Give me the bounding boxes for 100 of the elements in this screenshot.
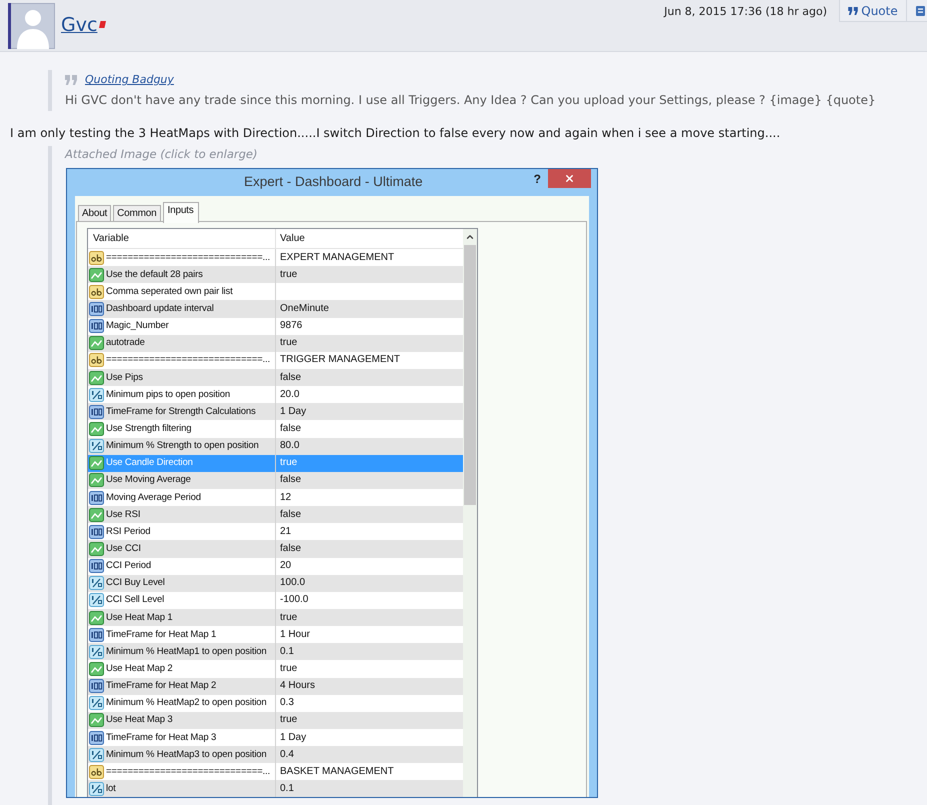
tab[interactable]: Common [113,205,161,222]
fraction-icon [89,696,104,710]
value-text: 20 [279,560,292,572]
table-row[interactable]: Comma seperated own pair list [88,283,463,300]
value-text: false [279,474,302,486]
table-row[interactable]: autotrade true [88,334,463,352]
value-text: -100.0 [279,594,308,606]
variable-name: Use Moving Average [106,474,191,486]
variable-name: =============================... [106,354,270,366]
text-icon [89,284,104,299]
table-row[interactable]: Use the default 28 pairs true [88,266,463,284]
table-row[interactable]: Minimum pips to open position 20.0 [88,386,463,404]
fraction-icon [89,644,104,659]
quote-button[interactable]: Quote [839,0,906,22]
table-row[interactable]: Use Pips false [88,368,463,386]
table-row[interactable]: Use Heat Map 1 true [88,608,463,626]
number-icon [89,319,104,334]
variable-name: Comma seperated own pair list [106,286,233,298]
quote-mark-icon [65,75,77,85]
table-row[interactable]: Minimum % Strength to open position 80.0 [88,438,463,455]
message-text: I am only testing the 3 HeatMaps with Direction.....I switch Direction to false every now and again when i see a move starting.... [10,125,782,141]
value-text: 20.0 [279,388,300,401]
value-text: false [279,372,302,384]
fraction-icon [89,439,104,454]
number-icon [89,404,104,419]
variable-name: Use Candle Direction [106,457,193,470]
table-row[interactable]: RSI Period 21 [88,523,463,540]
variable-name: =============================... [106,252,270,264]
fraction-icon [89,388,104,402]
value-text: 21 [279,526,292,538]
table-row[interactable]: TimeFrame for Heat Map 2 4 Hours [88,678,463,695]
text-icon [89,250,104,265]
table-row[interactable]: CCI Period 20 [88,558,463,575]
avatar-icon [8,3,55,49]
variable-name: =============================... [106,766,270,778]
table-row[interactable]: CCI Buy Level 100.0 [88,574,463,592]
table-row[interactable]: Use RSI false [88,506,463,524]
table-row[interactable]: Dashboard update interval OneMinute [88,300,463,318]
author-link[interactable]: Gvc [61,14,98,36]
post-date: Jun 8, 2015 17:36 (18 hr ago) [664,5,827,19]
variable-name: autotrade [106,337,145,350]
column-header[interactable]: Variable [88,231,275,246]
table-row[interactable]: Use CCI false [88,540,463,558]
value-text: 0.1 [279,646,294,658]
text-icon [89,764,104,779]
number-icon [89,628,104,642]
variable-name: CCI Sell Level [106,594,164,606]
value-text: 1 Day [279,732,306,744]
quote-author-link[interactable]: Quoting Badguy [85,72,174,88]
variable-name: Use Pips [106,372,143,384]
variable-name: Minimum % HeatMap2 to open position [106,697,267,710]
fraction-icon [89,593,104,608]
value-text: TRIGGER MANAGEMENT [279,354,400,366]
table-row[interactable]: TimeFrame for Strength Calculations 1 Day [88,403,463,420]
variable-name: CCI Buy Level [106,577,165,590]
number-icon [89,559,104,574]
quote-icon [848,6,858,14]
value-text: true [279,612,298,624]
marker-icon [99,21,106,28]
table-row[interactable]: Magic_Number 9876 [88,318,463,335]
text-icon [89,353,104,368]
variable-name: CCI Period [106,560,151,572]
tab[interactable]: Inputs [162,202,199,223]
variable-name: Use Heat Map 3 [106,714,173,726]
value-text: 0.3 [279,697,294,710]
close-icon [564,173,575,184]
variable-name: Magic_Number [106,320,169,332]
help-button[interactable]: ? [534,172,541,186]
column-header[interactable]: Value [276,231,463,246]
scrollbar[interactable] [463,229,477,797]
variable-name: TimeFrame for Heat Map 1 [106,628,216,641]
variable-name: Minimum % HeatMap1 to open position [106,646,267,658]
table-row[interactable]: Minimum % HeatMap3 to open position 0.4 [88,746,463,764]
variable-name: Minimum % Strength to open position [106,440,259,452]
table-row[interactable]: =============================... BASKET MANAGEMENT [88,763,463,780]
tab[interactable]: About [78,205,112,222]
variable-name: Use Heat Map 2 [106,662,173,675]
chevron-up-icon [465,232,475,242]
close-button[interactable] [548,169,591,188]
fraction-icon [89,576,104,590]
table-row[interactable]: Minimum % HeatMap2 to open position 0.3 [88,694,463,712]
fraction-icon [89,782,104,796]
table-row[interactable]: Minimum % HeatMap1 to open position 0.1 [88,643,463,660]
fraction-icon [89,748,104,762]
table-row[interactable]: lot 0.1 [88,780,463,797]
value-text: true [279,457,298,470]
value-text: false [279,542,302,555]
variable-name: TimeFrame for Heat Map 2 [106,680,216,692]
value-text: 100.0 [279,577,306,590]
variable-name: RSI Period [106,526,150,538]
action-button[interactable] [906,0,927,22]
table-row[interactable]: Use Heat Map 3 true [88,712,463,729]
number-icon [89,730,104,744]
variable-name: Use Strength filtering [106,422,192,435]
value-text: true [279,268,298,281]
table-row[interactable]: Use Moving Average false [88,472,463,489]
value-text: true [279,714,298,726]
variable-name: Dashboard update interval [106,302,214,315]
value-text: true [279,337,298,350]
scroll-thumb[interactable] [464,245,476,505]
